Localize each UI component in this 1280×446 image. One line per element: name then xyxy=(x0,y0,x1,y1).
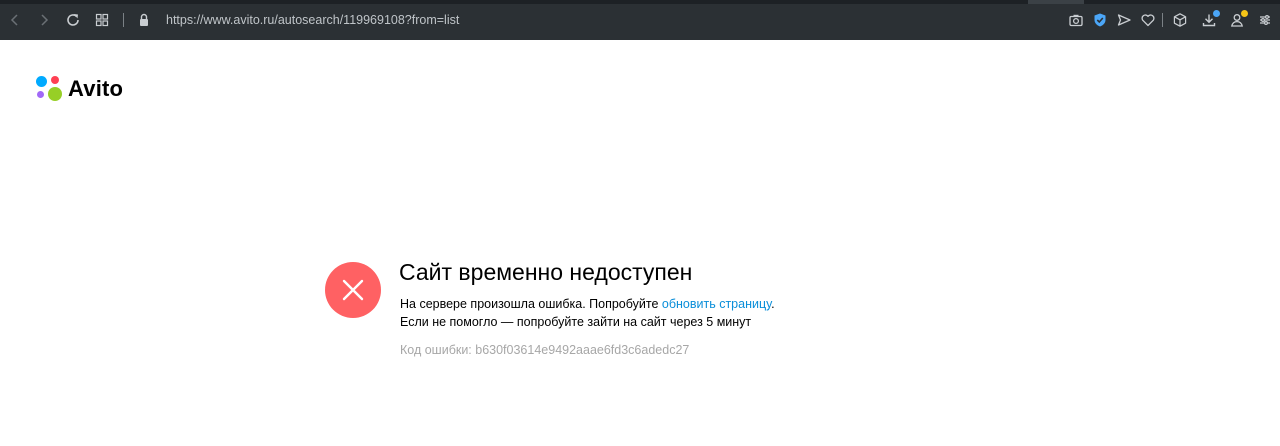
message-text-suffix: . xyxy=(771,297,775,311)
back-icon[interactable] xyxy=(7,12,23,28)
browser-toolbar: https://www.avito.ru/autosearch/11996910… xyxy=(0,0,1280,40)
refresh-page-link[interactable]: обновить страницу xyxy=(662,297,771,311)
close-icon xyxy=(342,279,364,301)
logo-text: Avito xyxy=(68,76,124,101)
tab-strip xyxy=(0,0,1280,4)
download-badge xyxy=(1213,10,1220,17)
toolbar-separator xyxy=(123,13,124,27)
error-circle-icon xyxy=(325,262,381,318)
logo-dots-icon xyxy=(35,74,65,104)
address-bar[interactable]: https://www.avito.ru/autosearch/11996910… xyxy=(166,12,459,28)
toolbar-separator xyxy=(1162,13,1163,27)
logo-dot-purple xyxy=(37,91,44,98)
error-title: Сайт временно недоступен xyxy=(399,259,693,285)
active-tab-indicator[interactable] xyxy=(1028,0,1084,4)
send-icon[interactable] xyxy=(1116,12,1132,28)
error-message-line-2: Если не помогло — попробуйте зайти на са… xyxy=(400,315,752,329)
error-code: Код ошибки: b630f03614e9492aaae6fd3c6ade… xyxy=(400,343,690,357)
profile-badge xyxy=(1241,10,1248,17)
lock-icon[interactable] xyxy=(136,12,152,28)
message-text: На сервере произошла ошибка. Попробуйте xyxy=(400,297,662,311)
heart-icon[interactable] xyxy=(1140,12,1156,28)
camera-icon[interactable] xyxy=(1068,12,1084,28)
shield-icon[interactable] xyxy=(1092,12,1108,28)
easy-setup-icon[interactable] xyxy=(1257,12,1273,28)
logo-dot-red xyxy=(51,76,59,84)
error-message-line-1: На сервере произошла ошибка. Попробуйте … xyxy=(400,295,775,313)
logo-dot-green xyxy=(48,87,62,101)
logo-dot-blue xyxy=(36,76,47,87)
reload-icon[interactable] xyxy=(65,12,81,28)
forward-icon[interactable] xyxy=(36,12,52,28)
box-icon[interactable] xyxy=(1172,12,1188,28)
speed-dial-icon[interactable] xyxy=(94,12,110,28)
avito-logo[interactable]: Avito xyxy=(35,74,123,104)
error-message: На сервере произошла ошибка. Попробуйте … xyxy=(400,295,775,331)
